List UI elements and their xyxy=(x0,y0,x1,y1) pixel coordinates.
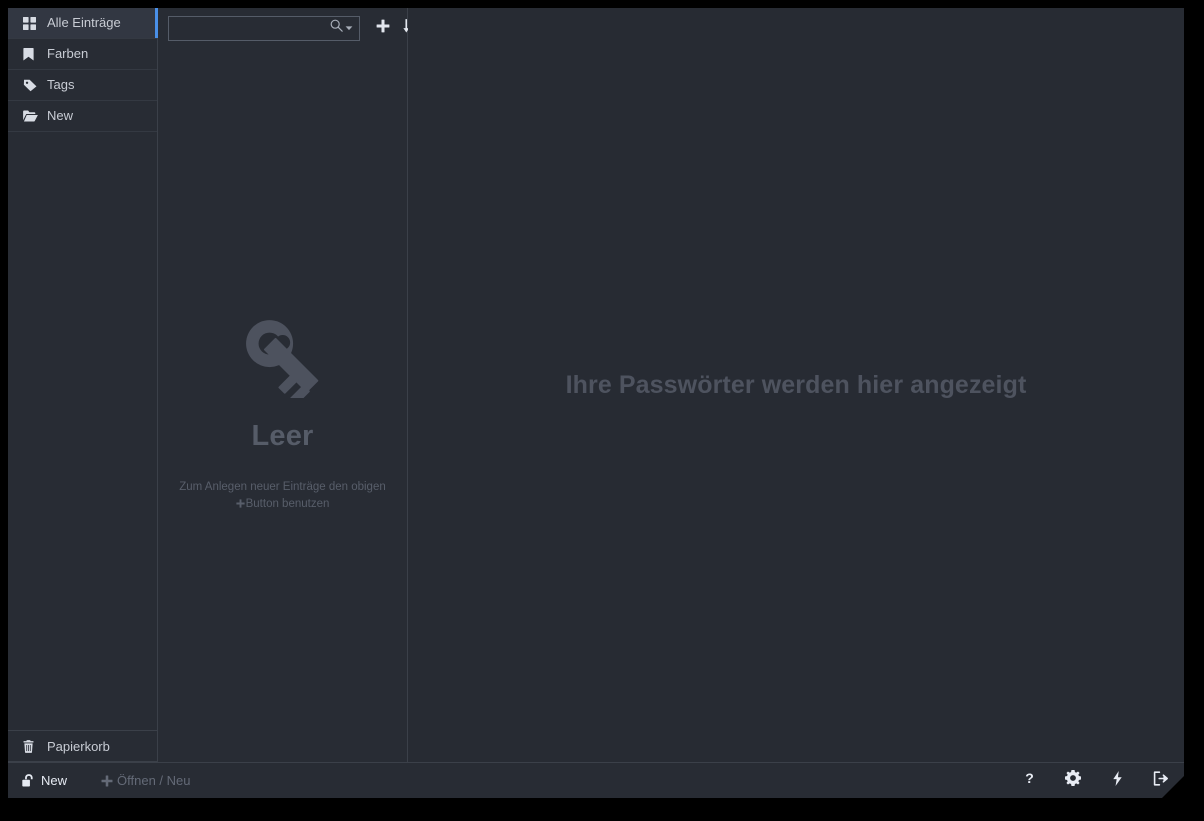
sidebar-item-label: New xyxy=(47,108,74,123)
lightning-bolt-icon xyxy=(1112,770,1123,791)
sidebar-item-list: Alle Einträge Farben Tags New xyxy=(8,8,158,730)
empty-state-title: Leer xyxy=(251,420,314,452)
sidebar-item-new[interactable]: New xyxy=(8,101,157,132)
sidebar-item-label: Papierkorb xyxy=(47,738,110,754)
question-mark-icon: ? xyxy=(1022,770,1037,791)
settings-button[interactable] xyxy=(1062,769,1084,793)
search-input[interactable] xyxy=(175,21,330,35)
sidebar-footer: Papierkorb xyxy=(8,730,157,762)
entry-list-column: A Z xyxy=(158,8,417,762)
entry-detail-panel: Ihre Passwörter werden hier angezeigt xyxy=(408,8,1184,762)
empty-state-description: Zum Anlegen neuer Einträge den obigen Bu… xyxy=(168,479,398,513)
sidebar-active-indicator xyxy=(155,8,158,38)
sidebar-item-papierkorb[interactable]: Papierkorb xyxy=(8,731,157,762)
database-status-item[interactable]: New xyxy=(22,773,67,788)
add-entry-button[interactable] xyxy=(370,14,396,42)
sidebar-item-label: Alle Einträge xyxy=(47,15,121,30)
help-button[interactable]: ? xyxy=(1018,769,1040,793)
plus-icon xyxy=(101,775,113,787)
exit-button[interactable] xyxy=(1150,769,1172,793)
folder-open-icon xyxy=(23,110,41,122)
sidebar: Alle Einträge Farben Tags New Papierkorb xyxy=(8,8,158,762)
status-bar-left: New Öffnen / Neu xyxy=(22,773,191,788)
sign-out-icon xyxy=(1153,770,1169,791)
gear-icon xyxy=(1065,770,1081,791)
sidebar-item-label: Farben xyxy=(47,46,89,61)
grid-icon xyxy=(23,16,41,30)
key-icon xyxy=(239,316,327,406)
status-bar-actions: ? xyxy=(1018,769,1184,793)
svg-text:?: ? xyxy=(1025,771,1034,786)
entry-list-toolbar: A Z xyxy=(158,8,417,48)
sidebar-item-label: Tags xyxy=(47,77,75,92)
open-new-label: Öffnen / Neu xyxy=(117,773,191,788)
status-bar: New Öffnen / Neu ? xyxy=(8,762,1184,798)
empty-state-description-line2: Button benutzen xyxy=(245,498,330,510)
empty-state-description-line1: Zum Anlegen neuer Einträge den obigen xyxy=(179,481,386,493)
bookmark-icon xyxy=(23,47,41,61)
sidebar-item-tags[interactable]: Tags xyxy=(8,70,157,101)
sidebar-item-alle-eintraege[interactable]: Alle Einträge xyxy=(8,8,158,39)
application-window: Alle Einträge Farben Tags New Papierkorb… xyxy=(8,8,1184,798)
database-name-label: New xyxy=(41,773,68,788)
search-icon xyxy=(330,19,343,37)
sidebar-item-farben[interactable]: Farben xyxy=(8,39,157,70)
trash-icon xyxy=(23,739,41,753)
unlock-icon xyxy=(22,774,36,787)
tag-icon xyxy=(23,79,41,92)
caret-down-icon xyxy=(345,19,353,37)
plus-icon xyxy=(376,19,390,38)
search-box[interactable] xyxy=(168,15,360,41)
plus-icon xyxy=(235,497,245,514)
main-placeholder-text: Ihre Passwörter werden hier angezeigt xyxy=(565,370,1027,399)
main-body: Alle Einträge Farben Tags New Papierkorb… xyxy=(8,8,1184,762)
entry-list-empty-state: Leer Zum Anlegen neuer Einträge den obig… xyxy=(158,48,407,762)
autotype-button[interactable] xyxy=(1106,769,1128,793)
open-new-database-item[interactable]: Öffnen / Neu xyxy=(101,773,191,788)
search-adornment[interactable] xyxy=(330,19,353,37)
